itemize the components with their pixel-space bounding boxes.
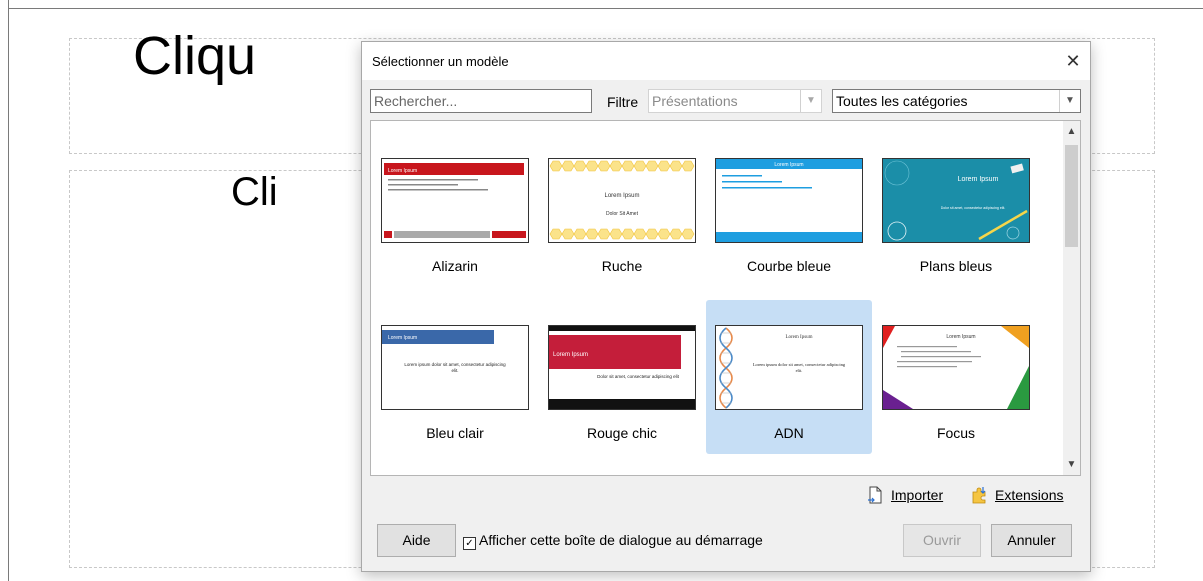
template-tile[interactable]: Lorem Ipsum Dolor Sit Amet Ruche (539, 133, 705, 287)
import-label: Importer (891, 487, 944, 503)
search-input[interactable] (370, 89, 592, 113)
template-tile[interactable]: Lorem Ipsum Alizarin (372, 133, 538, 287)
template-name: Courbe bleue (746, 258, 832, 274)
slide-edge (8, 0, 9, 581)
template-name: Alizarin (432, 258, 478, 274)
template-thumbnail: Lorem Ipsum (882, 325, 1030, 410)
import-icon (868, 486, 882, 504)
chevron-down-icon: ▼ (800, 90, 821, 112)
thumb-title: Lorem Ipsum (388, 168, 417, 174)
thumb-title: Lorem Ipsum (553, 352, 588, 358)
template-thumbnail: Lorem Ipsum Dolor Sit Amet (548, 158, 696, 243)
puzzle-icon (972, 487, 986, 504)
category-value: Toutes les catégories (836, 93, 968, 109)
template-name: Ruche (601, 258, 643, 274)
template-gallery: Lorem Ipsum Alizarin Lorem Ipsum Dolor S… (370, 120, 1081, 476)
chevron-up-icon[interactable]: ▲ (1063, 123, 1080, 140)
category-select[interactable]: Toutes les catégories ▼ (832, 89, 1081, 113)
thumb-title: Lorem Ipsum (958, 176, 999, 183)
template-name: ADN (774, 425, 804, 441)
template-thumbnail: Lorem Ipsum Lorem ipsum dolor sit amet, … (715, 325, 863, 410)
template-dialog: Sélectionner un modèle ✕ Filtre Présenta… (361, 41, 1091, 572)
thumb-body: Lorem ipsum dolor sit amet, consectetur … (752, 362, 846, 373)
filter-label: Filtre (607, 94, 639, 110)
dialog-title: Sélectionner un modèle (372, 54, 509, 69)
thumb-title: Lorem Ipsum (785, 335, 812, 340)
template-tile[interactable]: Lorem Ipsum Dolor sit amet, consectetur … (539, 300, 705, 454)
template-tile[interactable]: Lorem Ipsum Lorem ipsum dolor sit amet, … (372, 300, 538, 454)
template-thumbnail: Lorem Ipsum Lorem ipsum dolor sit amet, … (381, 325, 529, 410)
template-name: Rouge chic (586, 425, 658, 441)
cancel-button[interactable]: Annuler (991, 524, 1072, 557)
template-tile[interactable]: Lorem Ipsum Focus (873, 300, 1039, 454)
content-placeholder-text: Cli (231, 170, 278, 214)
template-name: Bleu clair (426, 425, 484, 441)
chevron-down-icon: ▼ (1059, 90, 1080, 112)
startup-checkbox[interactable]: ✓ Afficher cette boîte de dialogue au dém… (463, 532, 763, 550)
startup-checkbox-label: Afficher cette boîte de dialogue au déma… (479, 532, 763, 548)
import-button[interactable]: Importer (867, 486, 943, 504)
dialog-titlebar: Sélectionner un modèle ✕ (362, 42, 1090, 80)
template-tile[interactable]: Lorem Ipsum Courbe bleue (706, 133, 872, 287)
filter-type-select[interactable]: Présentations ▼ (648, 89, 822, 113)
title-placeholder-text: Cliqu (133, 26, 257, 86)
checkbox-checked-icon[interactable]: ✓ (463, 537, 476, 550)
filter-type-value: Présentations (652, 93, 738, 109)
thumb-body: Lorem ipsum dolor sit amet, consectetur … (404, 362, 506, 373)
scroll-thumb[interactable] (1065, 145, 1078, 247)
template-thumbnail: Lorem Ipsum (715, 158, 863, 243)
extensions-button[interactable]: Extensions (971, 486, 1063, 504)
thumb-title: Lorem Ipsum (774, 162, 803, 168)
template-thumbnail: Lorem Ipsum Dolor sit amet, consectetur … (548, 325, 696, 410)
extensions-label: Extensions (995, 487, 1064, 503)
template-name: Focus (936, 425, 976, 441)
open-button[interactable]: Ouvrir (903, 524, 981, 557)
chevron-down-icon[interactable]: ▼ (1063, 456, 1080, 473)
gallery-scrollbar[interactable]: ▲ ▼ (1063, 121, 1080, 475)
thumb-title: Lorem Ipsum (388, 335, 417, 341)
template-name: Plans bleus (919, 258, 993, 274)
help-button[interactable]: Aide (377, 524, 456, 557)
close-icon[interactable]: ✕ (1060, 48, 1086, 74)
template-tile[interactable]: Lorem Ipsum Lorem ipsum dolor sit amet, … (706, 300, 872, 454)
thumb-title: Lorem Ipsum (604, 193, 639, 199)
thumb-title: Lorem Ipsum (946, 334, 975, 340)
thumb-subtitle: Dolor Sit Amet (606, 211, 639, 217)
template-tile[interactable]: Lorem Ipsum Dolor sit amet, consectetur … (873, 133, 1039, 287)
thumb-body: Dolor sit amet, consectetur adipiscing e… (597, 374, 679, 379)
thumb-subtitle: Dolor sit amet, consectetur adipiscing e… (941, 206, 1006, 210)
template-thumbnail: Lorem Ipsum (381, 158, 529, 243)
slide-edge (8, 8, 1203, 9)
template-thumbnail: Lorem Ipsum Dolor sit amet, consectetur … (882, 158, 1030, 243)
